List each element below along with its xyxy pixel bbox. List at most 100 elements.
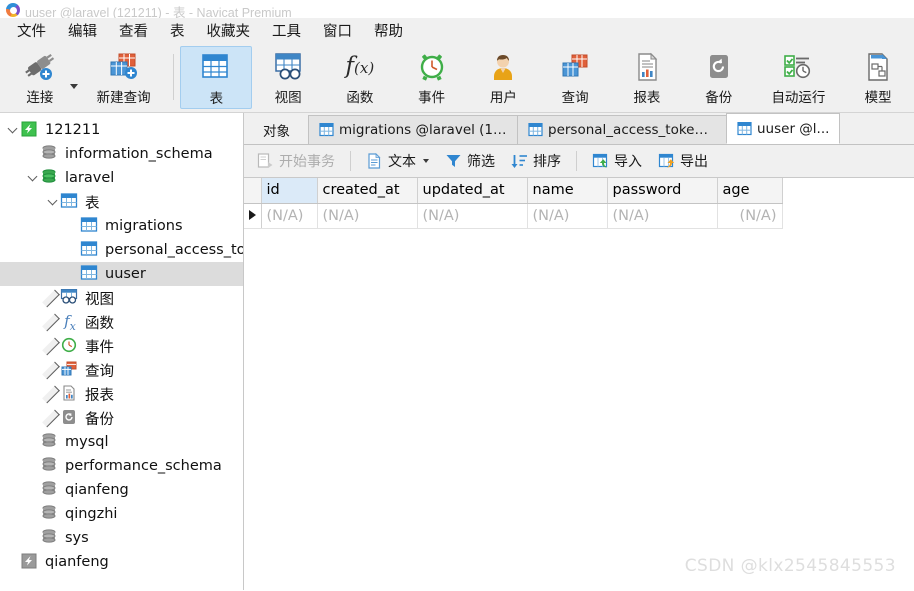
grid-cell[interactable]: (N/A) [417,203,528,229]
tab-table-2[interactable]: personal_access_tokens @la... [517,115,727,144]
tree-item-personal_access_toke[interactable]: personal_access_toke [0,238,243,262]
menu-tools[interactable]: 工具 [261,18,312,43]
menu-view[interactable]: 查看 [108,18,159,43]
toolbar-button-label: 表 [209,91,224,107]
tree-item-label: 121211 [45,122,101,138]
function-icon: fx [64,312,76,334]
tree-item-[interactable]: 备份 [0,406,243,430]
toolbar-button-table[interactable]: 表 [180,46,253,109]
toolbar-button-query[interactable]: 查询 [539,44,611,112]
toolbar-button-view[interactable]: 视图 [252,44,324,112]
toolbar-button-event-clock[interactable]: 事件 [396,44,468,112]
toolbar-button-report[interactable]: 报表 [611,44,683,112]
filter-icon [445,153,462,169]
chevron-down-icon[interactable] [24,171,40,182]
table-folder-icon [60,193,80,211]
grid-toolbar-text-doc[interactable]: 文本 [359,148,436,174]
tree-item-[interactable]: 事件 [0,334,243,358]
tree-item-[interactable]: 报表 [0,382,243,406]
grid-column-header[interactable]: created_at [317,178,418,204]
main-body: 121211 information_schema laravel 表 migratio… [0,113,914,590]
chevron-down-icon[interactable] [423,159,429,163]
connection-dropdown-caret-icon[interactable] [69,83,78,89]
toolbar-button-user[interactable]: 用户 [468,44,540,112]
automation-icon [782,52,814,82]
tree-item-qingzhi[interactable]: qingzhi [0,502,243,526]
table-icon [80,265,100,283]
chevron-right-icon[interactable] [42,289,60,307]
grid-toolbar-import[interactable]: 导入 [585,148,649,174]
menu-window[interactable]: 窗口 [312,18,363,43]
tab-objects[interactable]: 对象 [244,115,309,144]
chevron-right-icon[interactable] [42,361,60,379]
grid-toolbar-filter[interactable]: 筛选 [438,148,502,174]
tree-item-label: performance_schema [65,458,222,474]
tree-item-[interactable]: fx 函数 [0,310,243,334]
tree-item-label: 查询 [85,363,114,380]
grid-cell[interactable]: (N/A) [717,203,783,229]
sort-icon [511,153,528,169]
tree-item-laravel[interactable]: laravel [0,166,243,190]
tree-item-mysql[interactable]: mysql [0,430,243,454]
grid-cell[interactable]: (N/A) [261,203,318,229]
grid-cell[interactable]: (N/A) [607,203,718,229]
tree-item-qianfeng[interactable]: qianfeng [0,478,243,502]
toolbar-button-backup[interactable]: 备份 [683,44,755,112]
grid-column-header[interactable]: id [261,178,318,204]
tree-item-migrations[interactable]: migrations [0,214,243,238]
grid-cell[interactable]: (N/A) [527,203,608,229]
chevron-right-icon[interactable] [42,337,60,355]
grid-toolbar-transaction: 开始事务 [250,148,342,174]
data-grid-container[interactable]: id created_at updated_at name password age (N… [244,178,914,590]
tree-item-label: qingzhi [65,506,118,522]
menu-favorites[interactable]: 收藏夹 [196,18,262,43]
tree-item-uuser[interactable]: uuser [0,262,243,286]
new-query-icon [108,52,140,82]
tab-table-1[interactable]: migrations @laravel (12121... [308,115,518,144]
grid-column-header[interactable]: password [607,178,718,204]
grid-column-header[interactable]: age [717,178,783,204]
chevron-right-icon[interactable] [42,409,60,427]
toolbar-button-function[interactable]: f(x) 函数 [324,44,396,112]
tree-item-qianfeng[interactable]: qianfeng [0,550,243,574]
navicat-logo-icon [6,3,20,17]
tree-item-sys[interactable]: sys [0,526,243,550]
grid-column-header[interactable]: updated_at [417,178,528,204]
navigation-pane[interactable]: 121211 information_schema laravel 表 migratio… [0,113,244,590]
toolbar-separator [173,54,175,100]
grid-column-header[interactable]: name [527,178,608,204]
toolbar-button-model[interactable]: 模型 [842,44,914,112]
chevron-down-icon[interactable] [44,195,60,206]
table-icon [737,121,752,136]
tab-table-3[interactable]: uuser @l... [726,113,841,144]
tree-item-label: 视图 [85,291,114,308]
tree-item-[interactable]: 表 [0,190,243,214]
menu-table[interactable]: 表 [159,18,196,43]
tree-item-information_schema[interactable]: information_schema [0,142,243,166]
toolbar-button-new-query[interactable]: 新建查询 [80,44,168,112]
tree-item-[interactable]: 查询 [0,358,243,382]
data-grid[interactable]: id created_at updated_at name password age (N… [244,178,783,229]
tree-item-label: 函数 [85,315,114,332]
grid-toolbar-sort[interactable]: 排序 [504,148,568,174]
grid-toolbar-export[interactable]: 导出 [651,148,715,174]
toolbar-button-connection[interactable]: 连接 [4,44,76,112]
toolbar-button-label: 自动运行 [771,90,826,106]
grid-row[interactable]: (N/A) (N/A) (N/A) (N/A) (N/A) (N/A) [244,203,783,229]
tab-label: personal_access_tokens @la... [548,122,716,138]
menu-edit[interactable]: 编辑 [57,18,108,43]
database-gray-icon [40,481,60,499]
tree-item-performance_schema[interactable]: performance_schema [0,454,243,478]
menu-help[interactable]: 帮助 [363,18,414,43]
tree-item-121211[interactable]: 121211 [0,118,243,142]
toolbar-button-label: 视图 [274,90,302,106]
chevron-down-icon[interactable] [4,123,20,134]
chevron-right-icon[interactable] [42,385,60,403]
toolbar-button-automation[interactable]: 自动运行 [755,44,843,112]
title-bar: uuser @laravel (121211) - 表 - Navicat Pr… [0,0,914,18]
chevron-right-icon[interactable] [42,313,60,331]
menu-file[interactable]: 文件 [6,18,57,43]
view-icon [272,52,304,82]
tree-item-[interactable]: 视图 [0,286,243,310]
grid-cell[interactable]: (N/A) [317,203,418,229]
